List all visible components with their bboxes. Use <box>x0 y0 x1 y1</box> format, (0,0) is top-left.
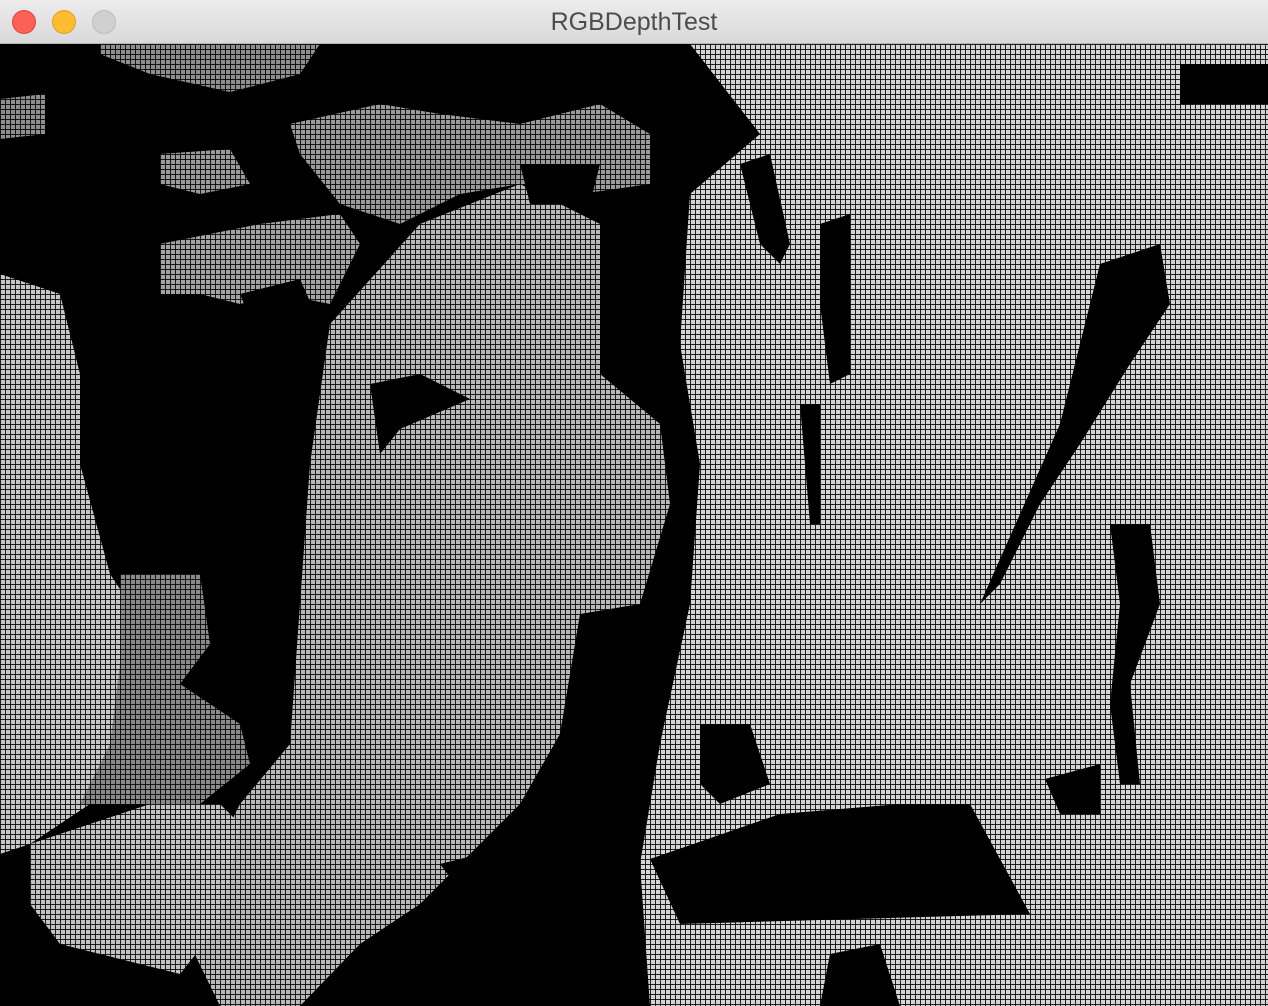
shadow-10 <box>520 164 600 204</box>
shadow-14 <box>1180 64 1268 104</box>
title-bar[interactable]: RGBDepthTest <box>0 0 1268 44</box>
app-window: RGBDepthTest <box>0 0 1268 1006</box>
window-title: RGBDepthTest <box>550 8 718 36</box>
depth-region-left-top <box>0 94 45 139</box>
depth-image <box>0 44 1268 1006</box>
depth-canvas[interactable] <box>0 44 1268 1006</box>
